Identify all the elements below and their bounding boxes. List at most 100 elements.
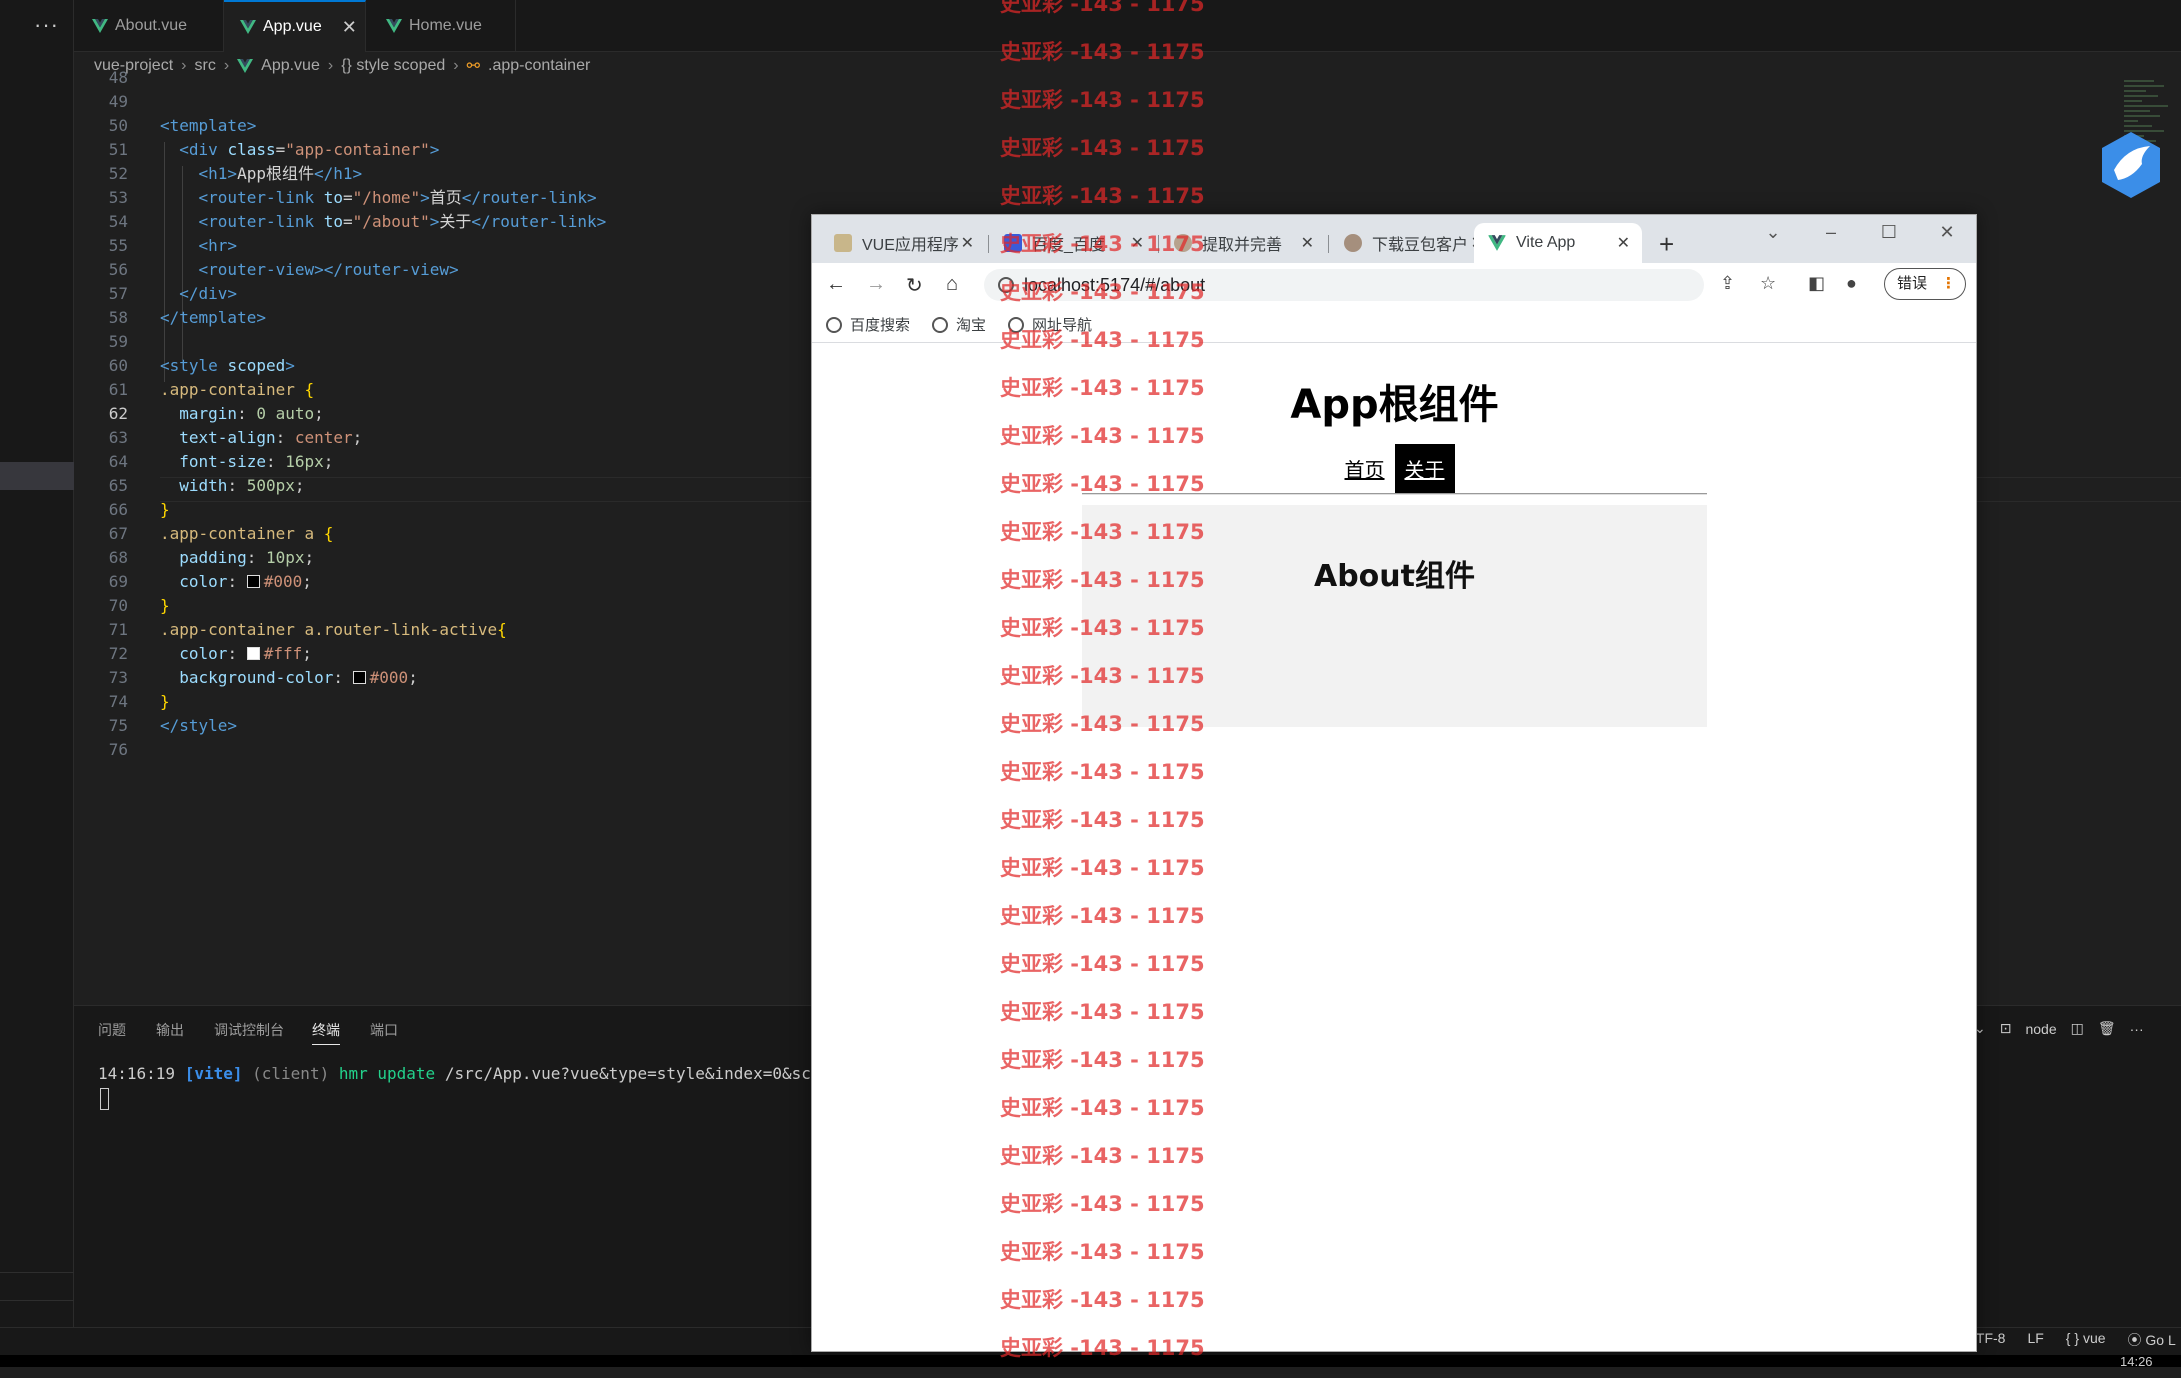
code-line-70: } bbox=[160, 596, 170, 615]
new-tab-icon[interactable]: + bbox=[1659, 229, 1674, 260]
web-page: App根组件 首页 关于 About组件 bbox=[812, 344, 1976, 1351]
line-number: 71 bbox=[108, 620, 128, 639]
editor-tab-bar: About.vue App.vue ✕ Home.vue bbox=[74, 0, 2181, 52]
bookmark-item[interactable]: 淘宝 bbox=[932, 314, 986, 335]
code-line-57: </div> bbox=[179, 284, 238, 303]
maximize-icon[interactable]: ☐ bbox=[1860, 215, 1918, 255]
code-line-52: <h1>App根组件</h1> bbox=[198, 164, 363, 183]
bookmark-item[interactable]: 百度搜索 bbox=[826, 314, 910, 335]
breadcrumb-item[interactable]: src bbox=[194, 57, 215, 75]
browser-tab-label: 提取并完善 bbox=[1202, 237, 1283, 254]
error-button[interactable]: 错误 ⋮ bbox=[1884, 268, 1966, 300]
browser-toolbar: ← → ↻ ⌂ localhost:5174/#/about ⇪ ☆ ◧ ● 错… bbox=[812, 263, 1976, 307]
code-line-55: <hr> bbox=[198, 236, 238, 255]
reload-icon[interactable]: ↻ bbox=[906, 273, 923, 298]
tab-home-vue[interactable]: Home.vue bbox=[366, 0, 516, 52]
code-line-62: margin: 0 auto; bbox=[179, 404, 324, 423]
browser-tab[interactable]: VUE应用程序 ✕ bbox=[820, 223, 986, 263]
site-info-icon[interactable] bbox=[998, 277, 1014, 293]
vite-favicon-icon bbox=[1488, 235, 1506, 251]
line-number: 68 bbox=[108, 548, 128, 567]
back-icon[interactable]: ← bbox=[826, 273, 846, 296]
vue-file-icon bbox=[240, 20, 256, 34]
language-indicator[interactable]: { } vue bbox=[2066, 1330, 2106, 1350]
close-tab-icon[interactable]: ✕ bbox=[1131, 233, 1144, 253]
breadcrumb-item[interactable]: .app-container bbox=[488, 57, 590, 75]
code-line-64: font-size: 16px; bbox=[179, 452, 334, 471]
tab-app-vue[interactable]: App.vue ✕ bbox=[224, 0, 366, 52]
browser-tab[interactable]: 百度_百度 ✕ bbox=[990, 223, 1156, 263]
forward-icon[interactable]: → bbox=[866, 273, 886, 296]
about-component-title: About组件 bbox=[1313, 559, 1475, 594]
css-class-icon: ⚯ bbox=[466, 58, 480, 75]
avatar-favicon-icon bbox=[1174, 234, 1192, 252]
image-favicon-icon bbox=[834, 234, 852, 252]
code-line-63: text-align: center; bbox=[179, 428, 363, 447]
active-indicator bbox=[0, 462, 74, 490]
more-icon[interactable]: ··· bbox=[2130, 1021, 2144, 1037]
terminal-name[interactable]: node bbox=[2025, 1021, 2056, 1037]
close-tab-icon[interactable]: ✕ bbox=[961, 233, 974, 253]
tab-separator bbox=[1328, 235, 1329, 253]
divider bbox=[0, 1272, 74, 1273]
close-tab-icon[interactable]: ✕ bbox=[342, 17, 357, 38]
more-actions-icon[interactable]: ··· bbox=[34, 12, 59, 38]
vue-file-icon bbox=[92, 19, 108, 33]
menu-dots-icon: ⋮ bbox=[1941, 275, 1956, 292]
tab-separator bbox=[988, 235, 989, 253]
broadcast-icon: ⦿ bbox=[2127, 1332, 2142, 1348]
tab-about-vue[interactable]: About.vue bbox=[74, 0, 224, 52]
line-number: 76 bbox=[108, 740, 128, 759]
profile-avatar[interactable]: ● bbox=[1846, 273, 1857, 294]
minimize-icon[interactable]: – bbox=[1802, 215, 1860, 255]
tab-search-icon[interactable]: ⌄ bbox=[1744, 215, 1802, 255]
address-bar[interactable]: localhost:5174/#/about bbox=[984, 269, 1704, 301]
home-icon[interactable]: ⌂ bbox=[946, 273, 958, 296]
breadcrumb-item[interactable]: {} style scoped bbox=[341, 57, 445, 75]
color-swatch[interactable] bbox=[352, 671, 366, 684]
share-icon[interactable]: ⇪ bbox=[1720, 273, 1735, 294]
eol-indicator[interactable]: LF bbox=[2027, 1330, 2043, 1350]
nav-link-home[interactable]: 首页 bbox=[1335, 444, 1395, 493]
go-live-button[interactable]: ⦿ Go L bbox=[2128, 1330, 2176, 1350]
bookmark-item[interactable]: 网址导航 bbox=[1008, 314, 1092, 335]
status-bar-right: ITF-8 LF { } vue ⦿ Go L bbox=[1972, 1330, 2176, 1350]
terminal-cursor[interactable] bbox=[100, 1088, 109, 1110]
breadcrumb-item[interactable]: App.vue bbox=[261, 57, 320, 75]
panel-tab-terminal[interactable]: 终端 bbox=[312, 1020, 340, 1045]
os-taskbar bbox=[0, 1355, 2181, 1367]
line-number: 57 bbox=[108, 284, 128, 303]
color-swatch[interactable] bbox=[246, 647, 260, 660]
browser-tab[interactable]: 提取并完善 ✕ bbox=[1160, 223, 1326, 263]
code-line-51: <div class="app-container"> bbox=[179, 140, 440, 159]
panel-tab-debug-console[interactable]: 调试控制台 bbox=[214, 1020, 284, 1040]
browser-tab[interactable]: 下载豆包客户 ✕ bbox=[1330, 223, 1496, 263]
close-window-icon[interactable]: ✕ bbox=[1918, 215, 1976, 255]
line-number: 55 bbox=[108, 236, 128, 255]
floating-app-icon[interactable] bbox=[2096, 130, 2166, 200]
line-number: 53 bbox=[108, 188, 128, 207]
color-swatch[interactable] bbox=[246, 575, 260, 588]
line-number: 61 bbox=[108, 380, 128, 399]
split-terminal-icon[interactable]: ◫ bbox=[2071, 1020, 2084, 1037]
window-controls: ⌄ – ☐ ✕ bbox=[1744, 215, 1976, 255]
side-panel-icon[interactable]: ◧ bbox=[1808, 273, 1825, 294]
close-tab-icon[interactable]: ✕ bbox=[1617, 233, 1630, 253]
bookmark-star-icon[interactable]: ☆ bbox=[1760, 273, 1776, 294]
panel-tab-ports[interactable]: 端口 bbox=[370, 1020, 398, 1040]
line-number: 75 bbox=[108, 716, 128, 735]
code-line-69: color: #000; bbox=[179, 572, 312, 591]
code-line-66: } bbox=[160, 500, 170, 519]
panel-tab-output[interactable]: 输出 bbox=[156, 1020, 184, 1040]
globe-icon bbox=[1008, 316, 1025, 333]
browser-tab-active[interactable]: Vite App ✕ bbox=[1474, 223, 1642, 263]
panel-tab-problems[interactable]: 问题 bbox=[98, 1020, 126, 1040]
bookmark-label: 淘宝 bbox=[956, 317, 987, 334]
nav-link-about[interactable]: 关于 bbox=[1394, 444, 1455, 493]
tab-label: App.vue bbox=[263, 18, 322, 35]
bookmarks-bar: 百度搜索 淘宝 网址导航 bbox=[812, 307, 1976, 343]
close-tab-icon[interactable]: ✕ bbox=[1301, 233, 1314, 253]
trash-icon[interactable]: 🗑 bbox=[2098, 1020, 2116, 1037]
code-line-53: <router-link to="/home">首页</router-link> bbox=[198, 188, 597, 207]
encoding-indicator[interactable]: ITF-8 bbox=[1972, 1330, 2005, 1350]
